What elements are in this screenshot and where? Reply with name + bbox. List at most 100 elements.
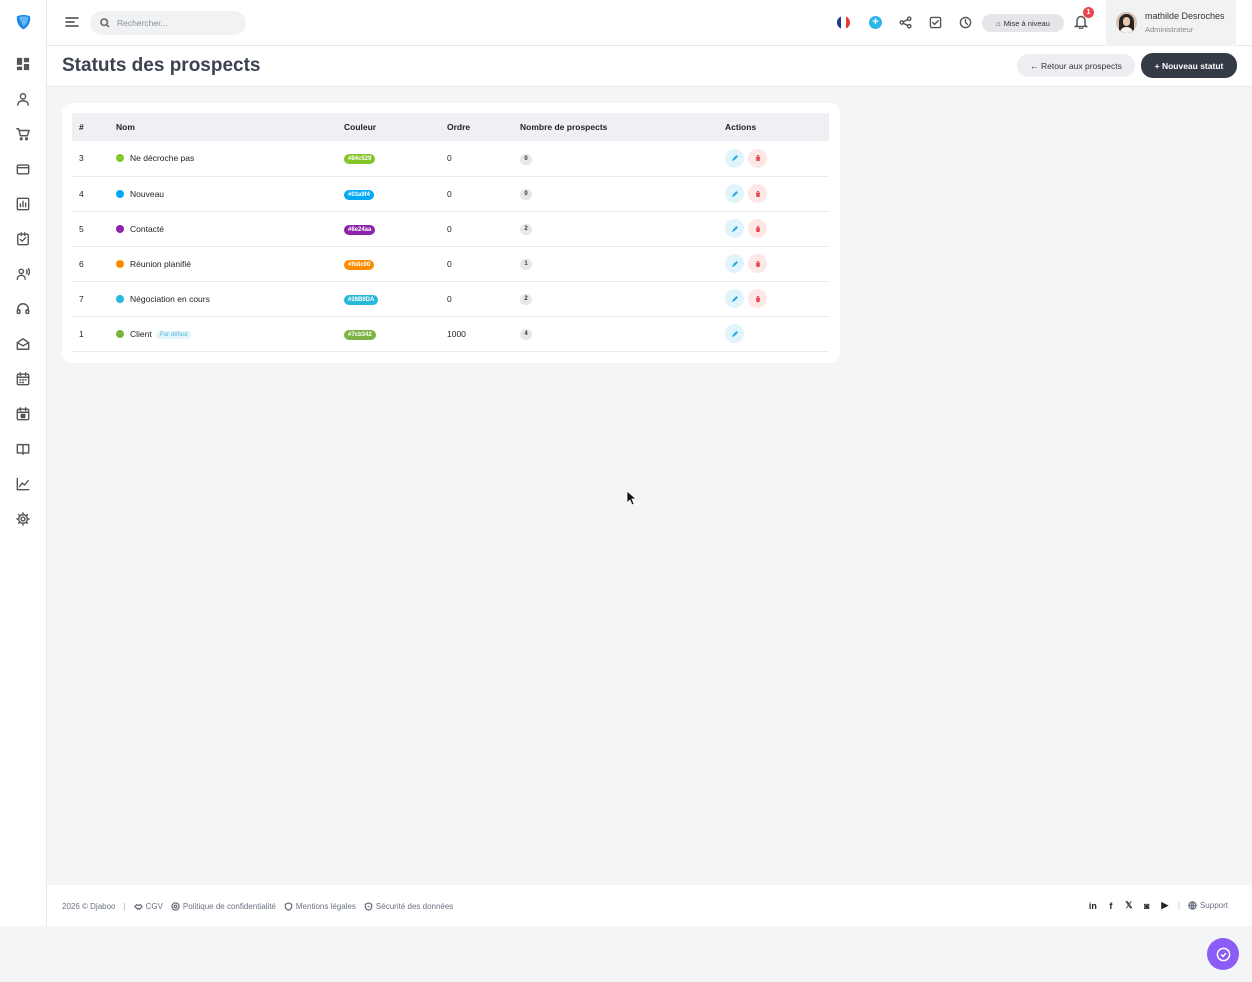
status-color-dot	[116, 329, 124, 338]
pencil-icon	[731, 190, 738, 197]
book-icon[interactable]	[15, 441, 31, 457]
row-actions	[725, 211, 829, 246]
edit-button[interactable]	[725, 289, 744, 308]
row-count-cell: 0	[520, 176, 725, 211]
row-name-cell: Client Par défaut	[116, 316, 344, 351]
event-icon[interactable]	[15, 406, 31, 422]
footer-link-label: Politique de confidentialité	[182, 902, 276, 911]
report-icon[interactable]	[15, 196, 31, 212]
edit-button[interactable]	[725, 184, 744, 203]
settings-icon[interactable]	[15, 511, 31, 527]
contacts-icon[interactable]	[15, 266, 31, 282]
delete-button[interactable]	[748, 289, 767, 308]
headset-icon[interactable]	[15, 301, 31, 317]
row-order: 0	[447, 188, 452, 199]
edit-button[interactable]	[725, 219, 744, 238]
upgrade-button[interactable]: ⌂ Mise à niveau	[982, 14, 1064, 32]
pencil-icon	[731, 155, 738, 162]
table-row: 4 Nouveau #03a9f4 0 0	[72, 176, 829, 211]
column-header-name[interactable]: Nom	[116, 113, 344, 141]
new-status-button[interactable]: + Nouveau statut	[1141, 53, 1237, 78]
user-icon[interactable]	[15, 91, 31, 107]
table-row: 5 Contacté #8e24aa 0 2	[72, 211, 829, 246]
status-color-dot	[116, 294, 124, 303]
share-icon[interactable]	[898, 15, 912, 29]
footer: 2026 © Djaboo | CGV Politique de confide…	[47, 885, 1252, 926]
french-flag-icon[interactable]	[837, 16, 850, 29]
dashboard-icon[interactable]	[15, 56, 31, 72]
facebook-icon[interactable]: f	[1106, 901, 1116, 911]
analytics-icon[interactable]	[15, 476, 31, 492]
delete-button[interactable]	[748, 184, 767, 203]
wallet-icon[interactable]	[15, 161, 31, 177]
row-color-cell: #28B8DA	[344, 281, 447, 316]
calendar-icon[interactable]	[15, 371, 31, 387]
footer-link-data-security[interactable]: Sécurité des données	[364, 902, 453, 911]
row-color-cell: #03a9f4	[344, 176, 447, 211]
user-role: Administrateur	[1145, 25, 1194, 34]
column-header-color[interactable]: Couleur	[344, 113, 447, 141]
delete-button[interactable]	[748, 219, 767, 238]
search-icon	[100, 18, 110, 28]
status-color-dot	[116, 154, 124, 163]
chat-icon	[1216, 947, 1230, 961]
column-header-count[interactable]: Nombre de prospects	[520, 113, 725, 141]
column-header-order[interactable]: Ordre	[447, 113, 520, 141]
avatar	[1116, 12, 1137, 33]
row-actions	[725, 316, 829, 351]
column-header-id[interactable]: #	[72, 113, 116, 141]
table-row: 3 Ne décroche pas #84c529 0 0	[72, 141, 829, 176]
row-actions	[725, 141, 829, 176]
chat-button[interactable]	[1207, 938, 1239, 970]
status-name: Ne décroche pas	[130, 153, 195, 164]
delete-button[interactable]	[748, 254, 767, 273]
search-input[interactable]	[117, 18, 237, 28]
upgrade-label: Mise à niveau	[1003, 18, 1050, 28]
prospect-count-badge: 0	[520, 188, 532, 200]
globe-icon	[1188, 901, 1197, 910]
row-color-cell: #fb8c00	[344, 246, 447, 281]
status-name: Négociation en cours	[130, 293, 210, 304]
x-twitter-icon[interactable]: 𝕏	[1124, 900, 1134, 911]
linkedin-icon[interactable]: in	[1088, 901, 1098, 911]
footer-link-privacy[interactable]: Politique de confidentialité	[171, 902, 276, 911]
quick-add-icon[interactable]: +	[869, 16, 882, 29]
lock-shield-icon	[364, 902, 373, 911]
edit-button[interactable]	[725, 254, 744, 273]
mail-icon[interactable]	[15, 336, 31, 352]
support-label: Support	[1199, 901, 1228, 910]
app-logo[interactable]	[15, 13, 32, 31]
user-menu[interactable]: mathilde Desroches Administrateur	[1106, 0, 1236, 46]
trash-icon	[755, 155, 760, 162]
row-actions	[725, 176, 829, 211]
footer-link-legal[interactable]: Mentions légales	[284, 902, 356, 911]
row-id: 6	[79, 258, 84, 269]
sidebar	[0, 0, 47, 926]
checklist-icon[interactable]	[928, 15, 942, 29]
status-table: # Nom Couleur Ordre Nombre de prospects …	[72, 113, 829, 352]
delete-button[interactable]	[748, 148, 767, 168]
prospect-count-badge: 1	[520, 258, 532, 270]
edit-button[interactable]	[725, 148, 744, 168]
row-name-cell: Nouveau	[116, 176, 344, 211]
row-actions	[725, 281, 829, 316]
clock-icon[interactable]	[958, 15, 972, 29]
instagram-icon[interactable]: ◙	[1142, 901, 1152, 911]
row-id: 5	[79, 223, 84, 234]
menu-toggle-icon[interactable]	[65, 15, 79, 29]
footer-link-label: Mentions légales	[295, 902, 356, 911]
search-box[interactable]	[90, 11, 246, 35]
table-row: 6 Réunion planifié #fb8c00 0 1	[72, 246, 829, 281]
footer-link-cgv[interactable]: CGV	[133, 902, 163, 911]
pencil-icon	[731, 295, 738, 302]
back-to-prospects-button[interactable]: ← Retour aux prospects	[1017, 54, 1135, 77]
row-order: 0	[447, 223, 452, 234]
edit-button[interactable]	[725, 324, 744, 343]
row-order: 0	[447, 293, 452, 304]
row-actions	[725, 246, 829, 281]
handshake-icon	[133, 903, 143, 911]
support-link[interactable]: Support	[1188, 901, 1228, 910]
cart-icon[interactable]	[15, 126, 31, 142]
task-icon[interactable]	[15, 231, 31, 247]
youtube-icon[interactable]: ▶	[1160, 900, 1170, 911]
